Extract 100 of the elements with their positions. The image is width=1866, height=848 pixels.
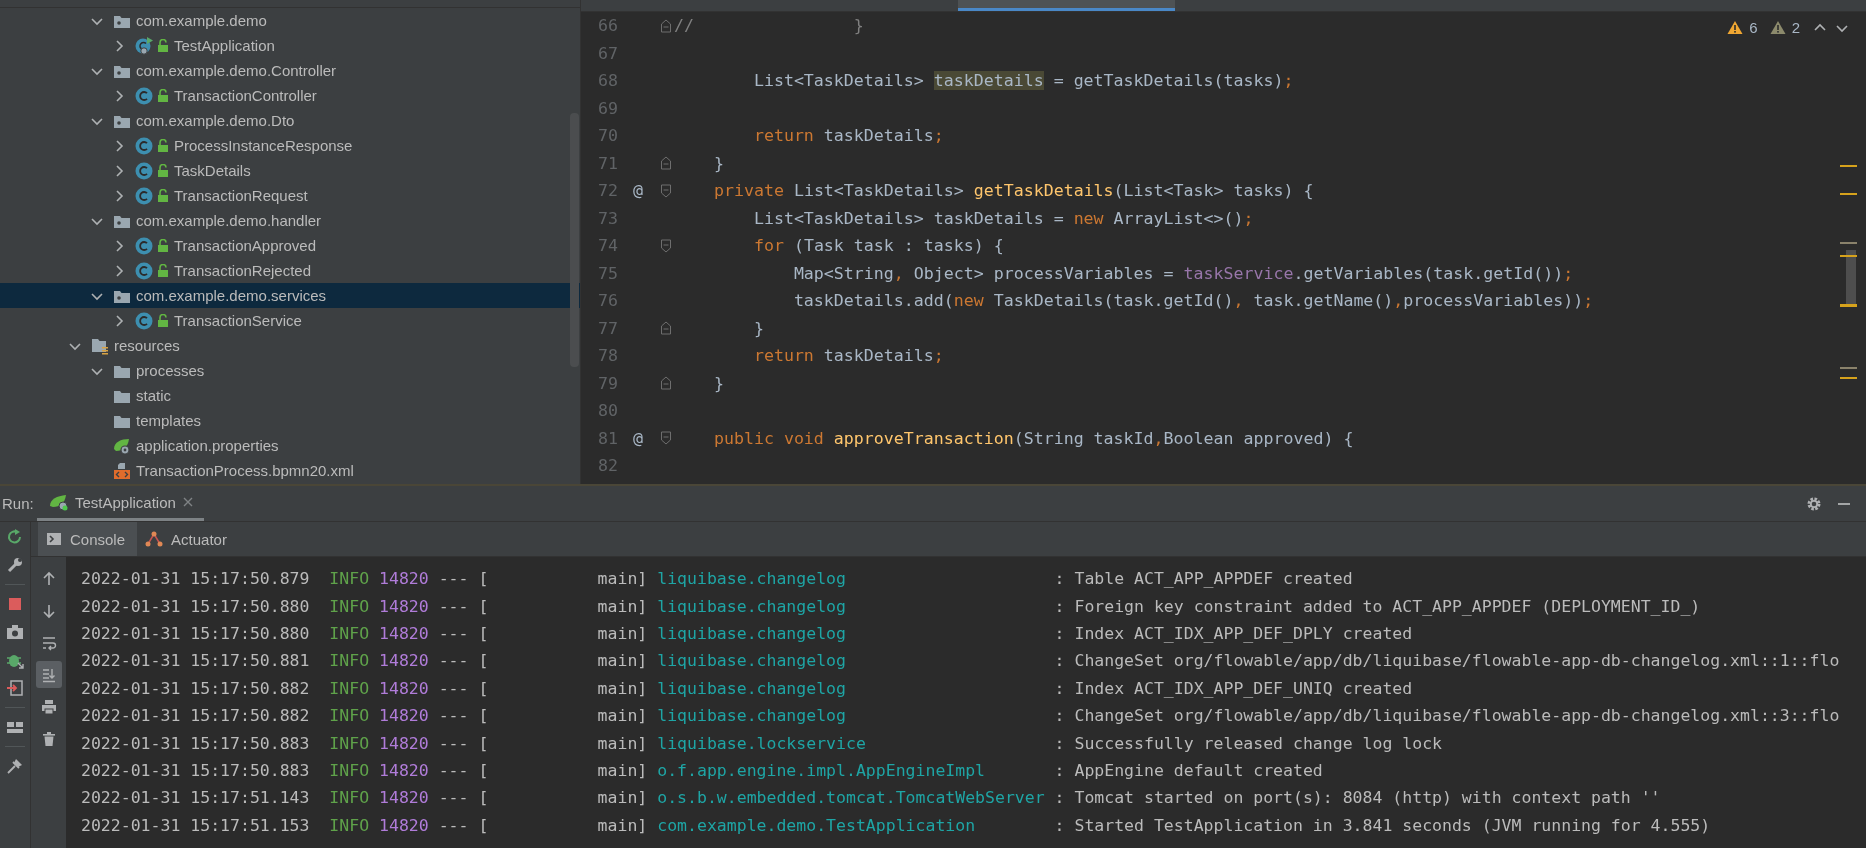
- line-number: 72: [597, 181, 618, 201]
- line-number: 71: [597, 153, 618, 173]
- tree-row[interactable]: application.properties: [0, 433, 580, 458]
- console-tab[interactable]: Actuator: [137, 522, 239, 556]
- close-icon[interactable]: [181, 496, 194, 508]
- tree-row[interactable]: resources: [0, 333, 580, 358]
- log-line: 2022-01-31 15:17:50.881 INFO 14820 --- [ main] liquibase.changelog : ChangeSet org/flowable/app/db/liquibase/flowable-app-db-changelog.xml::1::flo: [81, 651, 1840, 671]
- tree-row[interactable]: templates: [0, 408, 580, 433]
- camera-icon[interactable]: [6, 623, 24, 641]
- fold-marker-icon[interactable]: [660, 320, 672, 337]
- lock-icon: [157, 313, 169, 328]
- tree-row[interactable]: com.example.demo: [0, 8, 580, 33]
- tree-row[interactable]: com.example.demo.Dto: [0, 108, 580, 133]
- warning-count[interactable]: 6: [1749, 19, 1758, 36]
- annotation-marker[interactable]: @: [633, 181, 643, 201]
- log-line: 2022-01-31 15:17:50.882 INFO 14820 --- [ main] liquibase.changelog : ChangeSet org/flowable/app/db/liquibase/flowable-app-db-changelog.xml::3::flo: [81, 706, 1840, 726]
- tree-item-label: com.example.demo.handler: [136, 212, 322, 229]
- scroll-to-end-icon: [40, 666, 57, 683]
- line-number: 67: [597, 43, 618, 63]
- run-label: Run:: [2, 495, 35, 512]
- class-icon: [135, 311, 153, 330]
- class-icon: [135, 86, 153, 105]
- printer-icon: [40, 698, 57, 715]
- arrow-down-icon: [40, 602, 57, 619]
- line-number: 82: [597, 456, 618, 476]
- log-line: 2022-01-31 15:17:50.880 INFO 14820 --- [ main] liquibase.changelog : Foreign key constraint added to ACT_APP_APPDEF (DEPLOYMENT_ID_): [81, 596, 1701, 616]
- tab-title: TestApplication: [75, 493, 176, 511]
- log-line: 2022-01-31 15:17:50.882 INFO 14820 --- [ main] liquibase.changelog : Index ACT_IDX_APP_DEF_UNIQ created: [81, 678, 1413, 698]
- log-line: 2022-01-31 15:17:51.143 INFO 14820 --- [ main] o.s.b.w.embedded.tomcat.TomcatWebServer : Tomcat started on port(s): 8084 (http) with context path '': [81, 788, 1661, 808]
- fold-marker-icon[interactable]: [660, 155, 672, 172]
- scrollbar-thumb[interactable]: [570, 113, 579, 367]
- tree-item-label: resources: [114, 337, 180, 354]
- tree-row[interactable]: com.example.demo.Controller: [0, 58, 580, 83]
- log-line: 2022-01-31 15:17:50.879 INFO 14820 --- [ main] liquibase.changelog : Table ACT_APP_APPDEF created: [81, 569, 1353, 589]
- tree-row[interactable]: TestApplication: [0, 33, 580, 58]
- class-icon: [135, 236, 153, 255]
- class-icon: [135, 261, 153, 280]
- tree-item-label: TaskDetails: [174, 162, 251, 179]
- tree-row[interactable]: TaskDetails: [0, 158, 580, 183]
- tree-row[interactable]: TransactionRequest: [0, 183, 580, 208]
- fold-marker-icon[interactable]: [660, 237, 672, 254]
- log-line: 2022-01-31 15:17:50.883 INFO 14820 --- [ main] liquibase.lockservice : Successfully released change log lock: [81, 733, 1442, 753]
- code-line: List<TaskDetails> taskDetails = getTaskDetails(tasks);: [752, 71, 1294, 91]
- code-line: List<TaskDetails> taskDetails = new ArrayList<>();: [752, 208, 1254, 228]
- fold-marker-icon[interactable]: [660, 182, 672, 199]
- console-tool-button[interactable]: [35, 661, 62, 688]
- code-line: public void approveTransaction(String taskId,Boolean approved) {: [712, 428, 1354, 448]
- settings-icon[interactable]: [1806, 495, 1822, 512]
- tree-item-label: ProcessInstanceResponse: [174, 137, 353, 154]
- tree-row[interactable]: TransactionApproved: [0, 233, 580, 258]
- line-number: 74: [597, 236, 618, 256]
- line-number: 75: [597, 263, 618, 283]
- tree-row[interactable]: TransactionController: [0, 83, 580, 108]
- annotation-marker[interactable]: @: [633, 428, 643, 448]
- tree-row[interactable]: TransactionService: [0, 308, 580, 333]
- line-number: 73: [597, 208, 618, 228]
- log-line: 2022-01-31 15:17:51.153 INFO 14820 --- [ main] com.example.demo.TestApplication : Started TestApplication in 3.841 seconds (JVM running for 4.555): [81, 815, 1711, 835]
- tree-row[interactable]: ProcessInstanceResponse: [0, 133, 580, 158]
- lock-icon: [157, 38, 169, 53]
- weak-warning-count[interactable]: 2: [1791, 19, 1800, 36]
- rerun-icon[interactable]: [6, 528, 24, 546]
- line-number: 80: [597, 401, 618, 421]
- tree-item-label: application.properties: [136, 437, 279, 454]
- tree-row[interactable]: TransactionProcess.bpmn20.xml: [0, 458, 580, 483]
- class-icon: [135, 186, 153, 205]
- line-number: 70: [597, 126, 618, 146]
- log-line: 2022-01-31 15:17:50.883 INFO 14820 --- [ main] o.f.app.engine.impl.AppEngineImpl : AppEngine default created: [81, 760, 1323, 780]
- terminal-icon: [46, 531, 62, 547]
- tree-row[interactable]: static: [0, 383, 580, 408]
- code-line: taskDetails.add(new TaskDetails(task.getId(), task.getName(),processVariables));: [792, 291, 1594, 311]
- tree-item-label: com.example.demo.Dto: [136, 112, 295, 129]
- wrench-icon[interactable]: [6, 556, 24, 574]
- tree-row[interactable]: com.example.demo.services: [0, 283, 580, 308]
- tree-item-label: com.example.demo.services: [136, 287, 327, 304]
- line-number: 66: [597, 16, 618, 36]
- weak-warning-icon: [1769, 20, 1786, 35]
- fold-marker-icon[interactable]: [660, 375, 672, 392]
- xml-file-icon: [113, 461, 131, 480]
- code-line: }: [712, 373, 724, 393]
- lock-icon: [157, 138, 169, 153]
- main-class-icon: [135, 36, 153, 55]
- line-number: 69: [597, 98, 618, 118]
- tree-row[interactable]: com.example.demo.handler: [0, 208, 580, 233]
- exit-icon[interactable]: [6, 679, 24, 697]
- tree-row[interactable]: TransactionRejected: [0, 258, 580, 283]
- tree-item-label: TransactionController: [174, 87, 317, 104]
- line-number: 77: [597, 318, 618, 338]
- line-number: 68: [597, 71, 618, 91]
- code-line: return taskDetails;: [752, 126, 944, 146]
- fold-marker-icon[interactable]: [660, 430, 672, 447]
- tree-item-label: templates: [136, 412, 202, 429]
- tree-item-label: processes: [136, 362, 205, 379]
- pin-icon[interactable]: [6, 757, 24, 775]
- stop-icon[interactable]: [6, 595, 24, 613]
- console-tab[interactable]: Console: [38, 522, 138, 556]
- lock-icon: [157, 238, 169, 253]
- code-line: }: [752, 318, 764, 338]
- tree-row[interactable]: processes: [0, 358, 580, 383]
- nodes-icon: [145, 531, 164, 547]
- fold-marker-icon[interactable]: [660, 17, 672, 34]
